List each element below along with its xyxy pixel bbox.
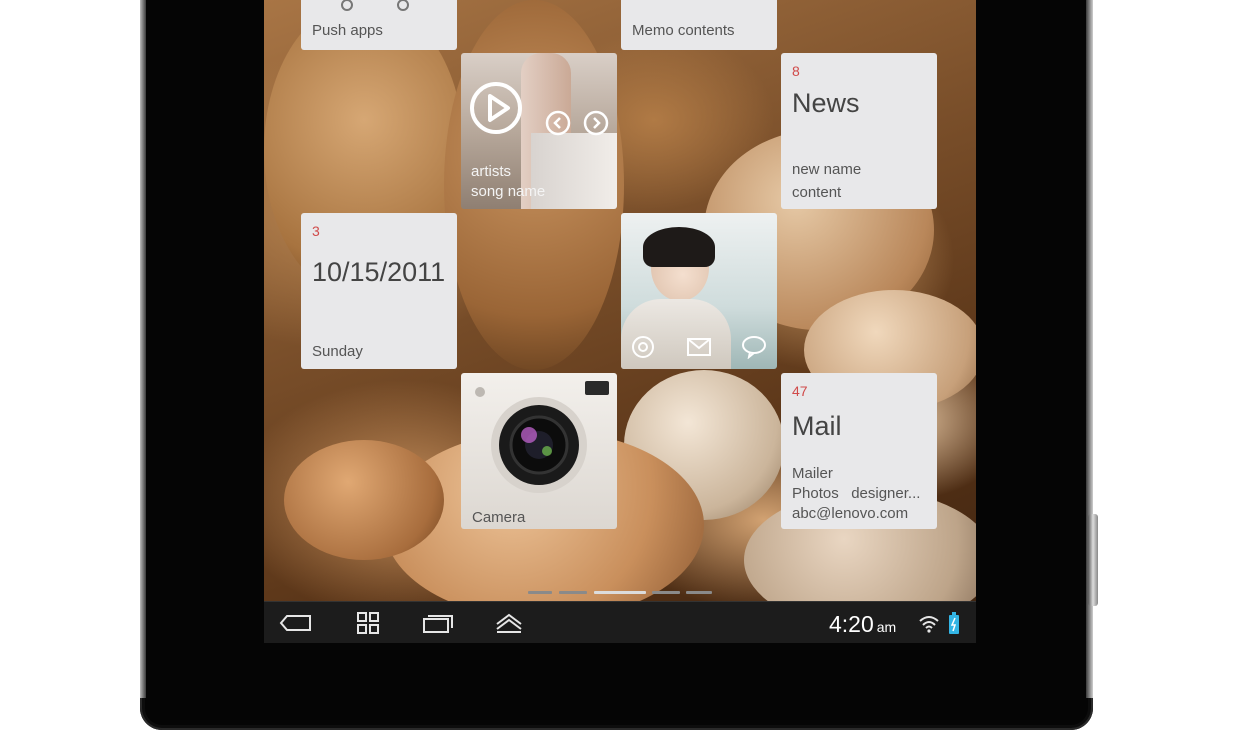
wifi-icon [919, 616, 939, 633]
battery-icon [949, 612, 959, 634]
mail-tile[interactable]: 47 Mail Mailer Photos designer... abc@le… [781, 373, 937, 529]
menu-up-button[interactable] [491, 610, 527, 636]
mail-title: Mail [792, 411, 842, 441]
play-icon[interactable] [469, 81, 523, 135]
calendar-count: 3 [312, 223, 320, 239]
prev-icon[interactable] [545, 110, 571, 136]
camera-viewfinder [585, 381, 609, 395]
calendar-date: 10/15/2011 [312, 257, 446, 287]
email-icon[interactable] [686, 337, 712, 357]
apps-grid-icon [357, 612, 379, 634]
mail-line2: Photos designer... [792, 485, 921, 502]
next-icon[interactable] [583, 110, 609, 136]
music-tile[interactable]: artists song name [461, 53, 617, 209]
page-indicator-current [594, 591, 646, 594]
page-indicator-dot [528, 591, 552, 594]
news-line2: content [792, 184, 842, 201]
recent-apps-icon [423, 615, 453, 633]
camera-flash-dot [475, 387, 485, 397]
music-song: song name [471, 183, 546, 200]
push-apps-tile[interactable]: Push apps [301, 0, 457, 50]
back-button[interactable] [278, 610, 314, 636]
clock: 4:20 am [829, 611, 896, 638]
page-indicator-dot [686, 591, 712, 594]
camera-icon [491, 397, 587, 493]
music-artist: artists [471, 163, 512, 180]
calendar-tile[interactable]: 3 10/15/2011 Sunday [301, 213, 457, 369]
apps-button[interactable] [350, 610, 386, 636]
camera-tile[interactable]: Camera [461, 373, 617, 529]
contact-photo-hair [643, 227, 715, 267]
menu-up-icon [496, 613, 522, 633]
news-tile[interactable]: 8 News new name content [781, 53, 937, 209]
mail-line1: Mailer [792, 465, 833, 482]
memo-label: Memo contents [632, 22, 735, 39]
calendar-day: Sunday [312, 343, 363, 360]
page-indicator-dot [559, 591, 587, 594]
home-screen: Push apps Memo contents artists song nam… [264, 0, 976, 642]
news-title: News [792, 88, 860, 118]
mail-line3: abc@lenovo.com [792, 505, 909, 522]
news-line1: new name [792, 161, 862, 178]
at-icon[interactable] [631, 335, 655, 359]
clock-time: 4:20 [829, 611, 874, 637]
chat-icon[interactable] [741, 335, 767, 359]
contact-tile[interactable] [621, 213, 777, 369]
memo-tile[interactable]: Memo contents [621, 0, 777, 50]
tablet-edge-left [140, 0, 146, 698]
side-volume-button[interactable] [1088, 514, 1098, 606]
recent-apps-button[interactable] [420, 610, 456, 636]
camera-label: Camera [472, 509, 526, 526]
news-count: 8 [792, 63, 800, 79]
wallpaper-stone [284, 440, 444, 560]
push-apps-label: Push apps [312, 22, 383, 39]
cart-icon [341, 0, 409, 11]
back-icon [279, 615, 311, 631]
clock-ampm: am [876, 619, 897, 635]
mail-count: 47 [792, 383, 808, 399]
page-indicator-dot [652, 591, 680, 594]
